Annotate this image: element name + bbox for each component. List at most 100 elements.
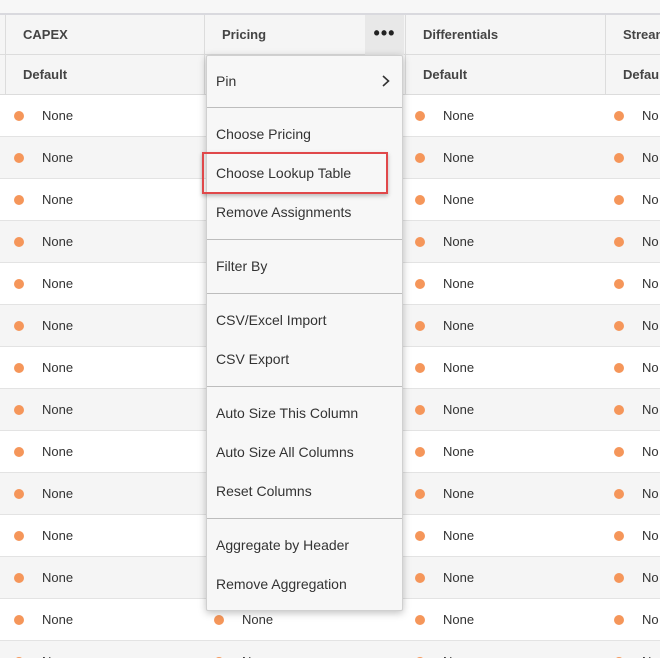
menu-separator <box>207 107 402 108</box>
cell-value: None <box>443 612 475 627</box>
cell-capex[interactable]: None <box>0 641 204 658</box>
status-dot-icon <box>14 615 24 625</box>
column-header-streams[interactable]: Strean <box>605 15 660 55</box>
status-dot-icon <box>614 321 624 331</box>
cell-capex[interactable]: None <box>0 389 204 431</box>
cell-pricing[interactable]: None <box>204 641 405 658</box>
menu-item-choose-lookup-table[interactable]: Choose Lookup Table <box>207 158 402 188</box>
menu-item-auto-size-this-column[interactable]: Auto Size This Column <box>207 398 402 428</box>
table-row: None None None No <box>0 641 660 658</box>
cell-value: None <box>42 108 74 123</box>
cell-streams[interactable]: No <box>605 347 660 389</box>
column-menu-button[interactable]: ••• <box>365 15 404 55</box>
cell-value: None <box>242 641 273 658</box>
menu-item-csv-excel-import[interactable]: CSV/Excel Import <box>207 305 402 335</box>
cell-differentials[interactable]: None <box>405 473 605 515</box>
cell-streams[interactable]: No <box>605 221 660 263</box>
menu-item-remove-aggregation[interactable]: Remove Aggregation <box>207 569 402 599</box>
subheader-differentials[interactable]: Default <box>405 55 605 95</box>
cell-streams[interactable]: No <box>605 95 660 137</box>
cell-value: None <box>443 108 475 123</box>
cell-value: No <box>642 192 659 207</box>
status-dot-icon <box>14 363 24 373</box>
cell-streams[interactable]: No <box>605 263 660 305</box>
status-dot-icon <box>614 195 624 205</box>
status-dot-icon <box>415 363 425 373</box>
cell-streams[interactable]: No <box>605 641 660 658</box>
status-dot-icon <box>614 153 624 163</box>
status-dot-icon <box>415 447 425 457</box>
cell-capex[interactable]: None <box>0 515 204 557</box>
cell-differentials[interactable]: None <box>405 641 605 658</box>
cell-value: None <box>42 318 74 333</box>
cell-capex[interactable]: None <box>0 179 204 221</box>
cell-value: No <box>642 108 659 123</box>
cell-value: No <box>642 641 659 658</box>
header-row: CAPEX Pricing ••• Differentials Strean <box>0 15 660 55</box>
menu-item-remove-assignments[interactable]: Remove Assignments <box>207 197 402 227</box>
cell-capex[interactable]: None <box>0 305 204 347</box>
menu-item-auto-size-all-columns[interactable]: Auto Size All Columns <box>207 437 402 467</box>
menu-item-choose-pricing[interactable]: Choose Pricing <box>207 119 402 149</box>
cell-streams[interactable]: No <box>605 515 660 557</box>
cell-differentials[interactable]: None <box>405 95 605 137</box>
cell-differentials[interactable]: None <box>405 599 605 641</box>
menu-item-label: Pin <box>216 73 237 89</box>
cell-differentials[interactable]: None <box>405 431 605 473</box>
cell-streams[interactable]: No <box>605 473 660 515</box>
cell-capex[interactable]: None <box>0 473 204 515</box>
cell-differentials[interactable]: None <box>405 347 605 389</box>
cell-differentials[interactable]: None <box>405 557 605 599</box>
cell-differentials[interactable]: None <box>405 305 605 347</box>
cell-value: None <box>443 318 475 333</box>
cell-value: None <box>42 641 73 658</box>
cell-differentials[interactable]: None <box>405 515 605 557</box>
cell-differentials[interactable]: None <box>405 221 605 263</box>
status-dot-icon <box>614 279 624 289</box>
menu-separator <box>207 239 402 240</box>
cell-streams[interactable]: No <box>605 557 660 599</box>
cell-capex[interactable]: None <box>0 137 204 179</box>
cell-differentials[interactable]: None <box>405 179 605 221</box>
subheader-capex[interactable]: Default <box>5 55 204 95</box>
cell-value: No <box>642 360 659 375</box>
chevron-right-icon <box>382 75 390 87</box>
menu-item-filter-by[interactable]: Filter By <box>207 251 402 281</box>
cell-value: None <box>42 486 74 501</box>
cell-capex[interactable]: None <box>0 95 204 137</box>
cell-value: None <box>443 360 475 375</box>
cell-capex[interactable]: None <box>0 263 204 305</box>
cell-value: None <box>42 570 74 585</box>
status-dot-icon <box>614 447 624 457</box>
subheader-streams[interactable]: Defau <box>605 55 660 95</box>
cell-streams[interactable]: No <box>605 137 660 179</box>
menu-item-pin[interactable]: Pin <box>207 66 402 96</box>
status-dot-icon <box>415 321 425 331</box>
menu-item-reset-columns[interactable]: Reset Columns <box>207 476 402 506</box>
cell-differentials[interactable]: None <box>405 137 605 179</box>
cell-streams[interactable]: No <box>605 305 660 347</box>
cell-capex[interactable]: None <box>0 347 204 389</box>
cell-value: No <box>642 612 659 627</box>
cell-differentials[interactable]: None <box>405 389 605 431</box>
cell-capex[interactable]: None <box>0 431 204 473</box>
cell-capex[interactable]: None <box>0 557 204 599</box>
menu-separator <box>207 518 402 519</box>
menu-item-aggregate-by-header[interactable]: Aggregate by Header <box>207 530 402 560</box>
cell-streams[interactable]: No <box>605 599 660 641</box>
status-dot-icon <box>614 615 624 625</box>
cell-streams[interactable]: No <box>605 389 660 431</box>
status-dot-icon <box>614 573 624 583</box>
cell-value: None <box>42 402 74 417</box>
status-dot-icon <box>415 237 425 247</box>
cell-value: None <box>443 528 475 543</box>
cell-streams[interactable]: No <box>605 431 660 473</box>
cell-differentials[interactable]: None <box>405 263 605 305</box>
column-header-differentials[interactable]: Differentials <box>405 15 605 55</box>
column-header-capex[interactable]: CAPEX <box>5 15 204 55</box>
menu-item-csv-export[interactable]: CSV Export <box>207 344 402 374</box>
cell-capex[interactable]: None <box>0 599 204 641</box>
status-dot-icon <box>14 447 24 457</box>
cell-capex[interactable]: None <box>0 221 204 263</box>
cell-streams[interactable]: No <box>605 179 660 221</box>
